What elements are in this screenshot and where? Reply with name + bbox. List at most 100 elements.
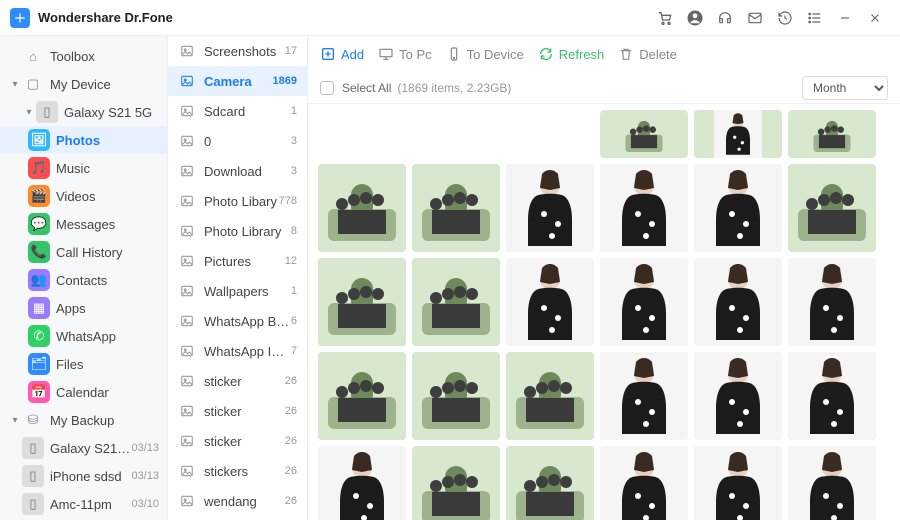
photo-thumb[interactable] [600, 352, 688, 440]
photo-thumb[interactable] [600, 258, 688, 346]
to-pc-button[interactable]: To Pc [378, 46, 432, 62]
minimize-button[interactable] [832, 5, 858, 31]
delete-button[interactable]: Delete [618, 46, 677, 62]
add-button[interactable]: Add [320, 46, 364, 62]
folder-label: WhatsApp Busin... [204, 314, 291, 329]
mail-icon[interactable] [742, 5, 768, 31]
folder-item[interactable]: Camera1869 [168, 66, 307, 96]
folder-item[interactable]: Photo Libary778 [168, 186, 307, 216]
sidebar-item-contacts[interactable]: 👥Contacts [0, 266, 167, 294]
sidebar-label: Messages [56, 217, 159, 232]
photo-thumb[interactable] [412, 258, 500, 346]
folder-item[interactable]: wendang26 [168, 486, 307, 516]
backup-item[interactable]: ▯Amc-11pm03/10 [0, 490, 167, 518]
photo-thumb[interactable] [600, 446, 688, 520]
sidebar-mybackup[interactable]: ▾ ⛁ My Backup [0, 406, 167, 434]
folder-item[interactable]: sticker26 [168, 366, 307, 396]
picture-icon [178, 254, 196, 268]
refresh-button[interactable]: Refresh [538, 46, 605, 62]
selection-bar: Select All (1869 items, 2.23GB) Month [308, 72, 900, 104]
folder-item[interactable]: Photo Library8 [168, 216, 307, 246]
photo-thumb[interactable] [318, 446, 406, 520]
sidebar-item-whatsapp[interactable]: ✆WhatsApp [0, 322, 167, 350]
photo-thumb[interactable] [694, 258, 782, 346]
photo-thumb[interactable] [600, 164, 688, 252]
photo-thumb[interactable] [506, 352, 594, 440]
sidebar-item-apps[interactable]: ▦Apps [0, 294, 167, 322]
backup-item[interactable]: ▯iPhone sdsd03/13 [0, 462, 167, 490]
cart-icon[interactable] [652, 5, 678, 31]
folder-item[interactable]: Sdcard1 [168, 96, 307, 126]
photo-thumb[interactable] [694, 446, 782, 520]
photo-thumb[interactable] [694, 352, 782, 440]
photo-thumb[interactable] [600, 110, 688, 158]
photo-thumb[interactable] [788, 446, 876, 520]
category-icon: 💬 [28, 213, 50, 235]
folder-item[interactable]: WhatsApp Busin...6 [168, 306, 307, 336]
folder-item[interactable]: Pictures12 [168, 246, 307, 276]
select-all-checkbox[interactable] [320, 81, 334, 95]
photo-thumb[interactable] [318, 352, 406, 440]
backup-date: 03/13 [131, 470, 159, 482]
photo-thumb[interactable] [506, 164, 594, 252]
folder-label: Wallpapers [204, 284, 291, 299]
sidebar-item-videos[interactable]: 🎬Videos [0, 182, 167, 210]
folder-item[interactable]: Wallpapers1 [168, 276, 307, 306]
photo-thumb[interactable] [694, 110, 782, 158]
photo-thumb[interactable] [788, 258, 876, 346]
sidebar-label: Contacts [56, 273, 159, 288]
close-button[interactable] [862, 5, 888, 31]
photo-thumb[interactable] [412, 446, 500, 520]
photo-thumb[interactable] [412, 164, 500, 252]
sidebar-item-files[interactable]: 🗂Files [0, 350, 167, 378]
phone-icon: ▯ [36, 101, 58, 123]
photo-thumb[interactable] [506, 446, 594, 520]
folder-item[interactable]: Download3 [168, 156, 307, 186]
folder-count: 26 [285, 375, 297, 387]
folder-count: 778 [279, 195, 297, 207]
sidebar-label: Call History [56, 245, 159, 260]
backup-label: iPhone sdsd [50, 469, 131, 484]
selection-summary: (1869 items, 2.23GB) [397, 81, 511, 95]
sidebar-item-call-history[interactable]: 📞Call History [0, 238, 167, 266]
folder-item[interactable]: WhatsApp Images7 [168, 336, 307, 366]
photo-thumb[interactable] [788, 110, 876, 158]
folder-label: Photo Library [204, 224, 291, 239]
chevron-down-icon: ▾ [8, 79, 22, 90]
to-device-button[interactable]: To Device [446, 46, 524, 62]
folder-item[interactable]: Screenshots17 [168, 36, 307, 66]
photo-thumb[interactable] [788, 164, 876, 252]
folder-label: Download [204, 164, 291, 179]
folder-item[interactable]: 03 [168, 126, 307, 156]
sidebar-item-music[interactable]: 🎵Music [0, 154, 167, 182]
button-label: Refresh [559, 47, 605, 62]
sidebar-label: Calendar [56, 385, 159, 400]
sidebar-item-photos[interactable]: 🖼Photos [0, 126, 167, 154]
support-icon[interactable] [712, 5, 738, 31]
folder-label: wendang [204, 494, 285, 509]
user-icon[interactable] [682, 5, 708, 31]
group-select[interactable]: Month [802, 76, 888, 100]
photo-thumb[interactable] [506, 258, 594, 346]
sidebar-label: Photos [56, 133, 159, 148]
photo-thumb[interactable] [412, 352, 500, 440]
sidebar-item-messages[interactable]: 💬 Messages [0, 210, 167, 238]
folder-item[interactable]: sticker26 [168, 426, 307, 456]
sidebar-mydevice[interactable]: ▾ ▢ My Device [0, 70, 167, 98]
phone-icon: ▯ [22, 437, 44, 459]
picture-icon [178, 104, 196, 118]
folder-item[interactable]: stickers26 [168, 456, 307, 486]
folder-item[interactable]: sticker26 [168, 396, 307, 426]
photo-thumb[interactable] [318, 258, 406, 346]
sidebar-toolbox[interactable]: ⌂ Toolbox [0, 42, 167, 70]
history-icon[interactable] [772, 5, 798, 31]
photo-thumb[interactable] [318, 164, 406, 252]
picture-icon [178, 44, 196, 58]
list-icon[interactable] [802, 5, 828, 31]
device-icon: ▢ [22, 73, 44, 95]
backup-item[interactable]: ▯Galaxy S21 5G03/13 [0, 434, 167, 462]
photo-thumb[interactable] [694, 164, 782, 252]
sidebar-device[interactable]: ▾ ▯ Galaxy S21 5G [0, 98, 167, 126]
photo-thumb[interactable] [788, 352, 876, 440]
sidebar-item-calendar[interactable]: 📅Calendar [0, 378, 167, 406]
